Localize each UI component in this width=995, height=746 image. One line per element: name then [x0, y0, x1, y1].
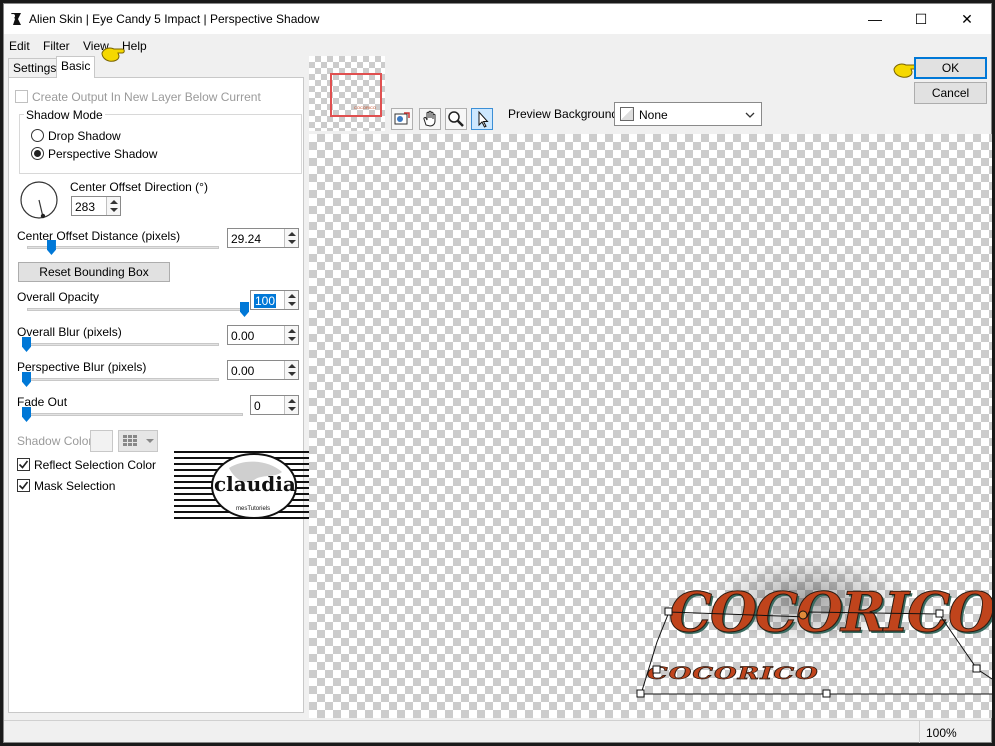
watermark-subtext: mesTutoriels [236, 506, 271, 512]
reflect-selection-color-label: Reflect Selection Color [34, 458, 157, 472]
center-offset-distance-label: Center Offset Distance (pixels) [17, 229, 181, 243]
minimize-icon: — [868, 11, 882, 27]
pointer-hand-icon [101, 47, 125, 62]
arrow-pointer-icon [478, 110, 489, 128]
center-offset-distance-slider[interactable] [46, 240, 56, 255]
drop-shadow-radio[interactable] [31, 129, 44, 142]
reflect-selection-color-checkbox[interactable] [17, 458, 30, 471]
shadow-color-swatch[interactable] [90, 430, 113, 452]
swatch-icon [620, 107, 634, 121]
center-offset-direction-label: Center Offset Direction (°) [70, 180, 208, 194]
direction-spinner[interactable] [106, 197, 120, 215]
perspective-blur-input[interactable]: 0.00 [227, 360, 299, 380]
mask-selection-checkbox[interactable] [17, 479, 30, 492]
chevron-down-icon [146, 439, 154, 443]
tab-settings[interactable]: Settings [8, 58, 62, 78]
preview-background-select[interactable]: None [614, 102, 762, 126]
fade-out-track [27, 413, 243, 416]
eye-candy-window: Alien Skin | Eye Candy 5 Impact | Perspe… [3, 3, 992, 743]
overall-opacity-label: Overall Opacity [17, 290, 100, 304]
drop-shadow-label: Drop Shadow [48, 129, 121, 143]
overall-opacity-track [27, 308, 245, 311]
chevron-down-icon [745, 112, 755, 118]
overall-blur-label: Overall Blur (pixels) [17, 325, 122, 339]
overall-opacity-input[interactable]: 100 [250, 290, 299, 310]
preview-background-value: None [639, 108, 668, 122]
preview-toggle-button[interactable] [391, 108, 413, 130]
perspective-shadow-label: Perspective Shadow [48, 147, 158, 161]
minimize-button[interactable]: — [852, 4, 898, 34]
shadow-color-label: Shadow Color [17, 434, 93, 448]
close-button[interactable]: ✕ [944, 4, 990, 34]
create-output-checkbox[interactable] [15, 90, 28, 103]
close-icon: ✕ [961, 10, 973, 27]
status-divider [919, 721, 920, 743]
direction-dial[interactable] [19, 180, 59, 220]
shadow-color-picker-button[interactable] [118, 430, 158, 452]
menu-edit[interactable]: Edit [9, 39, 30, 53]
check-icon [18, 460, 29, 469]
title-bar[interactable]: Alien Skin | Eye Candy 5 Impact | Perspe… [4, 4, 991, 34]
perspective-blur-slider[interactable] [22, 372, 31, 387]
shadow-mode-label: Shadow Mode [24, 108, 105, 122]
fade-out-input[interactable]: 0 [250, 395, 299, 415]
grid-icon [123, 435, 137, 446]
thumbnail-viewport-frame[interactable] [330, 73, 382, 117]
blur-spinner[interactable] [284, 326, 298, 344]
fade-out-label: Fade Out [17, 395, 68, 409]
preview-thumbnail[interactable]: COCORICO [309, 56, 385, 131]
tab-basic[interactable]: Basic [56, 56, 96, 78]
window-title: Alien Skin | Eye Candy 5 Impact | Perspe… [29, 12, 320, 26]
magnifier-icon [448, 111, 464, 127]
select-tool-button[interactable] [471, 108, 493, 130]
compare-icon [394, 112, 410, 125]
opacity-spinner[interactable] [284, 291, 298, 309]
create-output-label: Create Output In New Layer Below Current [32, 90, 261, 104]
alien-skin-icon [11, 13, 21, 25]
fade-out-slider[interactable] [22, 407, 31, 422]
overall-opacity-slider[interactable] [240, 302, 249, 317]
distance-spinner[interactable] [284, 229, 298, 247]
fade-out-spinner[interactable] [284, 396, 298, 414]
perspective-blur-spinner[interactable] [284, 361, 298, 379]
preview-canvas[interactable]: COCORICO COCORICO [309, 134, 992, 718]
perspective-bounding-box[interactable] [309, 134, 992, 718]
hand-tool-button[interactable] [419, 108, 441, 130]
mask-selection-label: Mask Selection [34, 479, 116, 493]
perspective-shadow-radio[interactable] [31, 147, 44, 160]
menu-filter[interactable]: Filter [43, 39, 70, 53]
overall-blur-track [27, 343, 219, 346]
preview-background-label: Preview Background: [508, 107, 622, 121]
overall-blur-slider[interactable] [22, 337, 31, 352]
hand-icon [423, 110, 436, 127]
menu-bar: Edit Filter View Help [4, 35, 304, 55]
maximize-button[interactable]: ☐ [898, 4, 944, 34]
watermark-text: claudia [214, 472, 296, 496]
center-offset-direction-input[interactable]: 283 [71, 196, 121, 216]
ok-button[interactable]: OK [914, 57, 987, 79]
reset-bounding-box-button[interactable]: Reset Bounding Box [18, 262, 170, 282]
overall-blur-input[interactable]: 0.00 [227, 325, 299, 345]
cancel-button[interactable]: Cancel [914, 82, 987, 104]
perspective-blur-track [27, 378, 219, 381]
status-bar: 100% [4, 720, 991, 743]
maximize-icon: ☐ [914, 10, 928, 27]
thumbnail-text: COCORICO [354, 105, 376, 110]
check-icon [18, 481, 29, 490]
basic-settings-panel: Create Output In New Layer Below Current… [8, 77, 304, 713]
perspective-blur-label: Perspective Blur (pixels) [17, 360, 147, 374]
center-offset-distance-input[interactable]: 29.24 [227, 228, 299, 248]
shadow-mode-group [19, 114, 302, 174]
zoom-tool-button[interactable] [445, 108, 467, 130]
zoom-level: 100% [926, 726, 957, 740]
